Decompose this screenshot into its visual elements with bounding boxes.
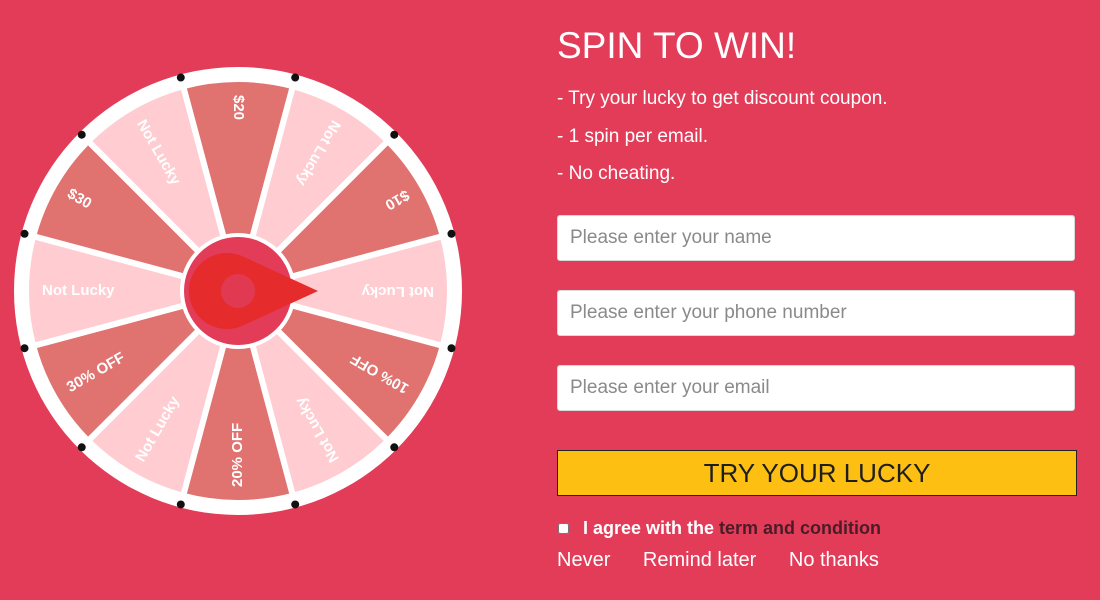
rule-text: - No cheating. [557,163,676,184]
wheel-peg [20,344,29,353]
email-input[interactable] [557,365,1075,411]
name-input[interactable] [557,215,1075,261]
wheel-peg [447,229,456,238]
agree-row: I agree with the term and condition [557,516,881,540]
wheel-peg [77,443,86,452]
wheel-peg [176,73,185,82]
agree-text: I agree with the [583,517,715,538]
phone-input[interactable] [557,290,1075,336]
remind-later-link[interactable]: Remind later [643,549,756,571]
wheel-svg: $20Not Lucky$10Not Lucky10% OFFNot Lucky… [14,67,462,515]
page-title: SPIN TO WIN! [557,25,797,66]
no-thanks-link[interactable]: No thanks [789,549,879,571]
wheel-slice-label: $20 [230,95,247,120]
wheel-slice-label: Not Lucky [42,282,115,299]
pointer-center-dot [221,274,255,308]
wheel-slice-label: 20% OFF [229,423,246,487]
wheel-peg [390,443,399,452]
agree-checkbox[interactable] [558,522,569,534]
rule-text: - Try your lucky to get discount coupon. [557,88,888,109]
wheel-peg [447,344,456,353]
wheel-peg [291,500,300,509]
prize-wheel[interactable]: $20 Not Lucky $10 Not Lucky 10% OFF Not Lucky… [0,0,480,600]
term-condition-link[interactable]: term and condition [719,518,881,539]
wheel-peg [291,73,300,82]
wheel-slice-label: Not Lucky [361,283,434,300]
wheel-peg [390,130,399,139]
try-your-lucky-button[interactable]: TRY YOUR LUCKY [557,450,1077,496]
wheel-peg [77,130,86,139]
footer-links: Never Remind later No thanks [557,549,906,572]
rule-text: - 1 spin per email. [557,126,709,147]
wheel-peg [176,500,185,509]
wheel-peg [20,229,29,238]
never-link[interactable]: Never [557,549,610,571]
